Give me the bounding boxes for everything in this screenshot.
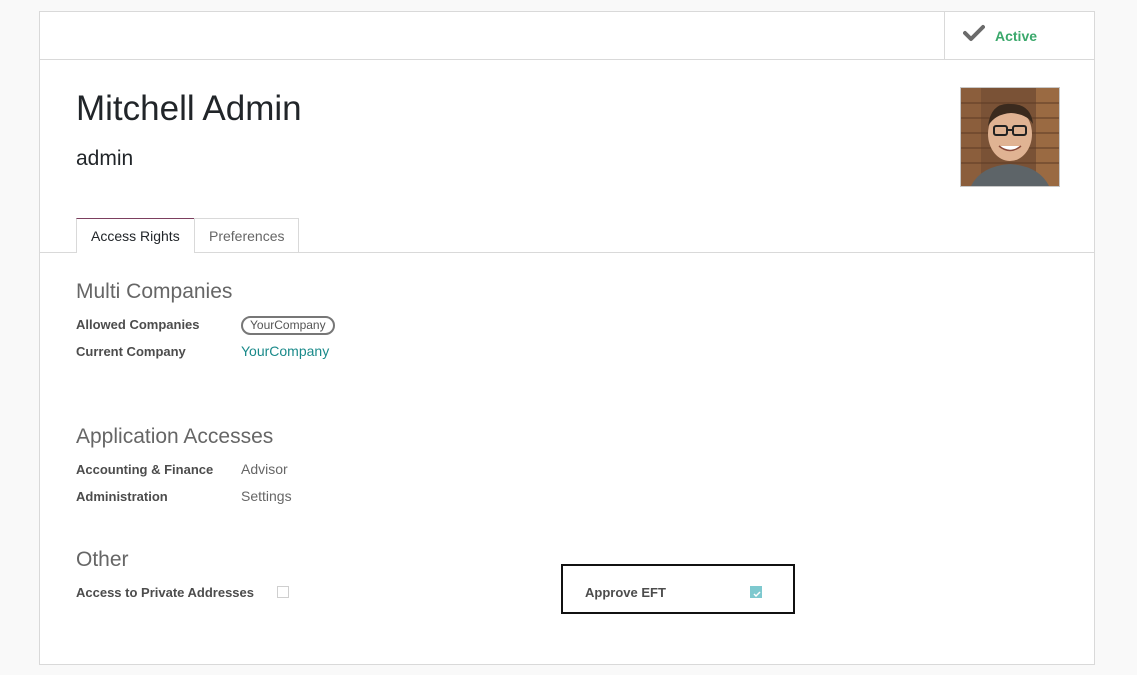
administration-label: Administration: [76, 489, 168, 504]
avatar[interactable]: [960, 87, 1060, 187]
active-toggle-button[interactable]: Active: [944, 12, 1094, 59]
section-multi-companies: Multi Companies: [76, 280, 233, 303]
administration-select[interactable]: Settings: [241, 488, 292, 504]
section-application-accesses: Application Accesses: [76, 425, 274, 448]
tab-access-rights[interactable]: Access Rights: [76, 218, 195, 253]
section-other: Other: [76, 548, 129, 571]
check-icon: [963, 24, 995, 47]
allowed-company-tag[interactable]: YourCompany: [241, 316, 335, 335]
tab-preferences[interactable]: Preferences: [194, 218, 299, 252]
approve-eft-label: Approve EFT: [585, 585, 666, 600]
accounting-finance-select[interactable]: Advisor: [241, 461, 288, 477]
private-addresses-checkbox[interactable]: [277, 586, 289, 598]
approve-eft-checkbox[interactable]: [750, 586, 762, 598]
current-company-label: Current Company: [76, 344, 186, 359]
checkmark-icon: [753, 591, 761, 598]
user-form-sheet: Active Mitchell Admin admin Access Right…: [39, 11, 1095, 665]
user-name: Mitchell Admin: [76, 89, 302, 128]
allowed-companies-label: Allowed Companies: [76, 317, 200, 332]
notebook-tabs: Access Rights Preferences: [40, 218, 1094, 253]
current-company-link[interactable]: YourCompany: [241, 343, 329, 359]
user-login: admin: [76, 147, 134, 170]
private-addresses-label: Access to Private Addresses: [76, 585, 255, 600]
active-label: Active: [995, 27, 1038, 44]
accounting-finance-label: Accounting & Finance: [76, 462, 214, 477]
button-box: Active: [40, 12, 1094, 60]
